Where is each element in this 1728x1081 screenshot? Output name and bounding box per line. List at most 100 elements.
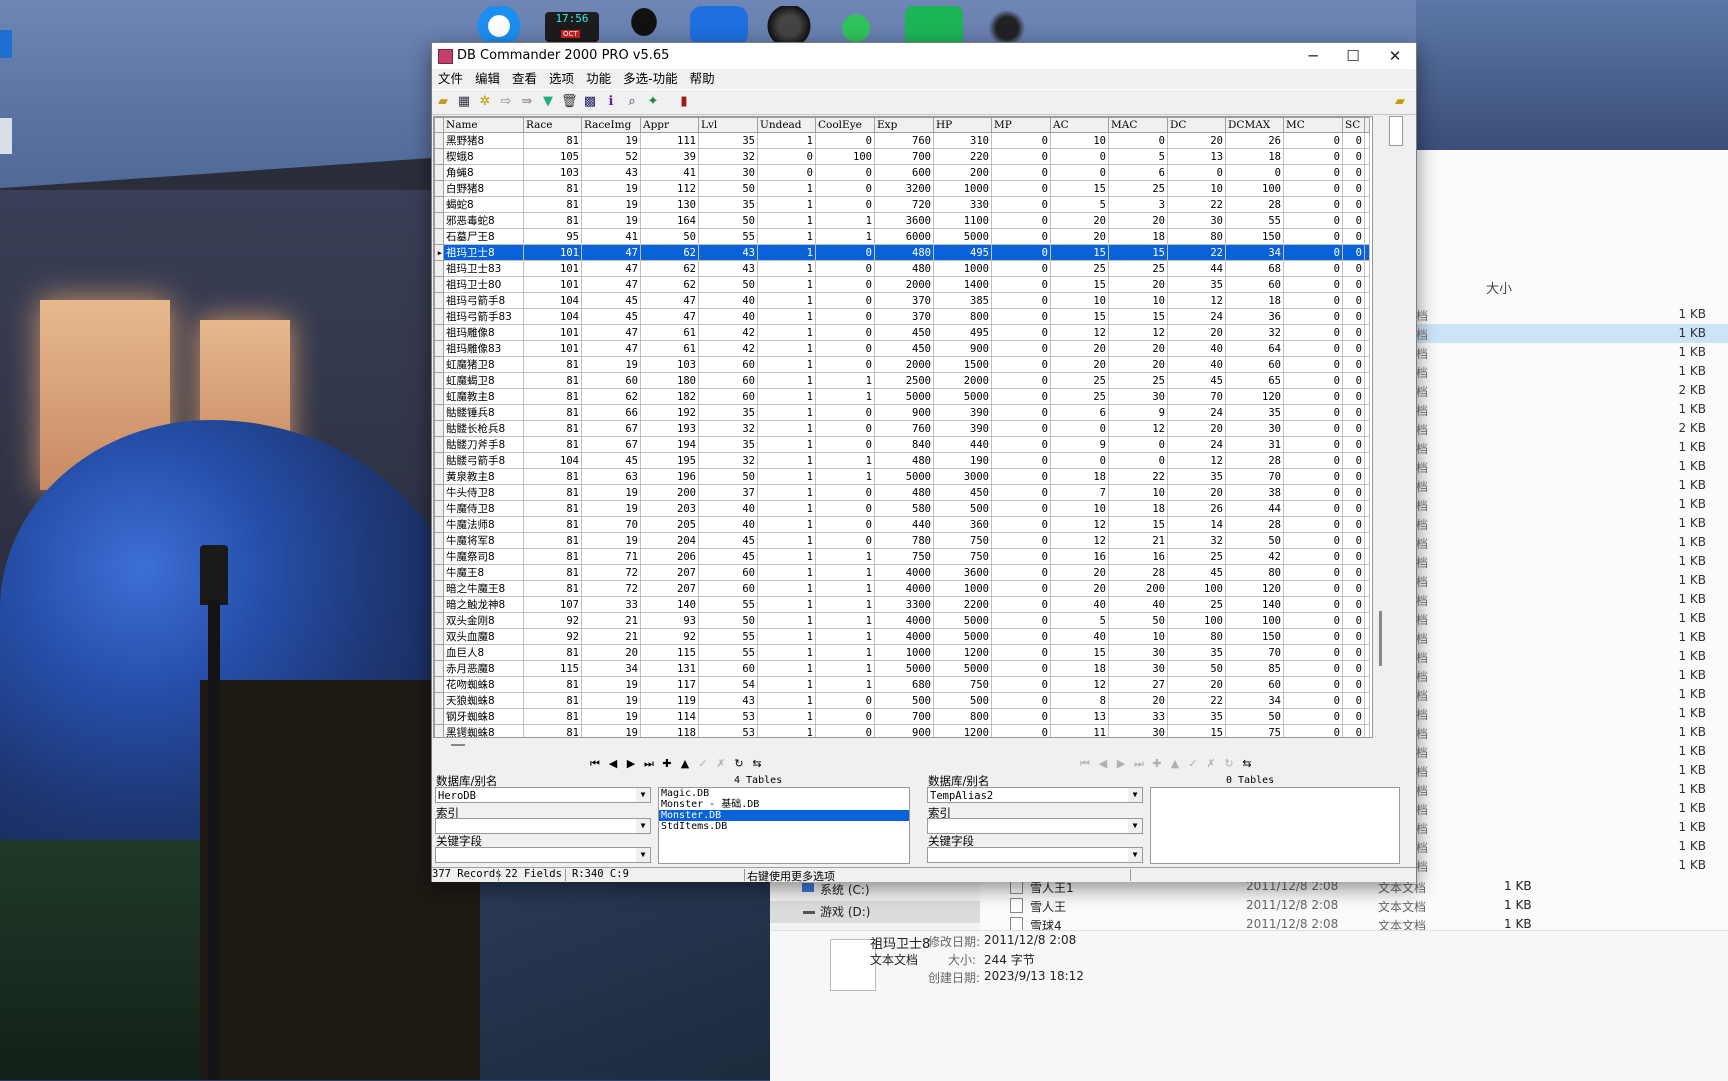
table-row[interactable]: 祖玛卫士83 101 47 62 43 1 0 480 1000 0 25 25 44 68 0 0	[434, 260, 1370, 277]
table-cell[interactable]: 40	[1050, 596, 1109, 613]
table-cell[interactable]: 3000	[933, 468, 992, 485]
table-cell[interactable]: 28	[1225, 452, 1284, 469]
table-cell[interactable]: 0	[1342, 196, 1365, 213]
table-cell[interactable]: 0	[815, 324, 875, 341]
camera-app-icon[interactable]	[690, 6, 748, 46]
row-indicator[interactable]	[434, 436, 444, 453]
column-header[interactable]: SC	[1342, 117, 1365, 133]
table-row[interactable]: 牛头侍卫8 81 19 200 37 1 0 480 450 0 7 10 20 38 0 0	[434, 484, 1370, 501]
table-cell[interactable]: 44	[1225, 500, 1284, 517]
table-cell[interactable]: 0	[1283, 532, 1343, 549]
table-cell[interactable]: 44	[1167, 260, 1226, 277]
row-indicator[interactable]	[434, 148, 444, 165]
table-cell[interactable]: 500	[874, 692, 934, 709]
table-cell[interactable]: 2000	[874, 276, 934, 293]
table-cell[interactable]: 81	[523, 532, 582, 549]
table-row[interactable]: 天狼蜘蛛8 81 19 119 43 1 0 500 500 0 8 20 22 34 0 0	[434, 692, 1370, 709]
post-edit-button[interactable]: ✓	[1185, 755, 1201, 773]
file-list-row[interactable]: 档 1 KB	[1416, 723, 1728, 742]
table-cell[interactable]: 580	[874, 500, 934, 517]
table-cell[interactable]: 200	[933, 164, 992, 181]
table-cell[interactable]: 3600	[874, 212, 934, 229]
table-cell[interactable]: 0	[815, 132, 875, 149]
row-indicator[interactable]	[434, 324, 444, 341]
table-cell[interactable]: 500	[933, 692, 992, 709]
table-cell[interactable]: 4000	[874, 612, 934, 629]
table-cell[interactable]: 32	[1167, 532, 1226, 549]
table-cell[interactable]: 390	[933, 420, 992, 437]
table-cell[interactable]: 5	[1108, 148, 1168, 165]
table-row[interactable]: 牛魔侍卫8 81 19 203 40 1 0 580 500 0 10 18 26 44 0 0	[434, 500, 1370, 517]
table-cell[interactable]: 62	[640, 260, 699, 277]
table-cell[interactable]: 0	[1342, 292, 1365, 309]
table-cell[interactable]: 1	[757, 468, 816, 485]
table-cell[interactable]: 0	[991, 708, 1051, 725]
table-cell[interactable]: 0	[1283, 180, 1343, 197]
table-cell[interactable]: 0	[1283, 388, 1343, 405]
table-cell[interactable]: 68	[1225, 260, 1284, 277]
table-cell[interactable]: 81	[523, 436, 582, 453]
table-cell[interactable]: 虹魔猪卫8	[443, 356, 524, 373]
table-cell[interactable]: 黑野猪8	[443, 132, 524, 149]
table-cell[interactable]: 1	[757, 692, 816, 709]
table-cell[interactable]: 0	[1283, 484, 1343, 501]
table-cell[interactable]: 0	[815, 180, 875, 197]
table-cell[interactable]: 370	[874, 292, 934, 309]
table-cell[interactable]: 750	[874, 548, 934, 565]
row-indicator[interactable]	[434, 212, 444, 229]
table-cell[interactable]: 71	[581, 548, 641, 565]
refresh-button[interactable]: ↻	[1221, 755, 1237, 773]
table-cell[interactable]: 21	[581, 612, 641, 629]
table-cell[interactable]: 0	[1342, 148, 1365, 165]
row-indicator[interactable]	[434, 260, 444, 277]
table-cell[interactable]: 0	[815, 532, 875, 549]
table-cell[interactable]: 0	[991, 628, 1051, 645]
table-list-item[interactable]: Magic.DB	[659, 788, 909, 799]
table-cell[interactable]: 55	[698, 596, 758, 613]
right-db-select[interactable]: TempAlias2 ▼	[927, 787, 1143, 803]
table-cell[interactable]: 118	[640, 724, 699, 737]
table-cell[interactable]: 55	[698, 644, 758, 661]
table-cell[interactable]: 0	[815, 196, 875, 213]
table-cell[interactable]: 0	[815, 244, 875, 261]
table-cell[interactable]: 81	[523, 564, 582, 581]
table-cell[interactable]: 750	[933, 532, 992, 549]
table-cell[interactable]: 0	[1108, 436, 1168, 453]
file-list-row[interactable]: 档 1 KB	[1416, 533, 1728, 552]
table-cell[interactable]: 0	[991, 612, 1051, 629]
table-cell[interactable]: 34	[1225, 244, 1284, 261]
delete-icon[interactable]: 🗑	[561, 94, 578, 110]
table-cell[interactable]: 0	[815, 708, 875, 725]
column-header[interactable]: MC	[1283, 117, 1343, 133]
table-cell[interactable]: 900	[933, 340, 992, 357]
file-list-row[interactable]: 档 1 KB	[1416, 799, 1728, 818]
file-list-row[interactable]: 档 1 KB	[1416, 514, 1728, 533]
table-cell[interactable]: 101	[523, 276, 582, 293]
file-list-row[interactable]: 档 1 KB	[1416, 818, 1728, 837]
table-cell[interactable]: 47	[581, 244, 641, 261]
table-row[interactable]: 暗之牛魔王8 81 72 207 60 1 1 4000 1000 0 20 200 100 120 0 0	[434, 580, 1370, 597]
table-cell[interactable]: 1	[757, 212, 816, 229]
table-cell[interactable]: 0	[991, 132, 1051, 149]
table-row[interactable]: 黑锷蜘蛛8 81 19 118 53 1 0 900 1200 0 11 30 15 75 0 0	[434, 724, 1370, 737]
table-cell[interactable]: 牛头侍卫8	[443, 484, 524, 501]
table-cell[interactable]: 7	[1050, 484, 1109, 501]
file-list-row[interactable]: 档 1 KB	[1416, 571, 1728, 590]
table-cell[interactable]: 21	[1108, 532, 1168, 549]
table-cell[interactable]: 190	[933, 452, 992, 469]
table-cell[interactable]: 0	[991, 500, 1051, 517]
table-cell[interactable]: 0	[1342, 484, 1365, 501]
table-cell[interactable]: 45	[581, 292, 641, 309]
table-cell[interactable]: 0	[991, 212, 1051, 229]
row-indicator[interactable]	[434, 132, 444, 149]
table-cell[interactable]: 骷髅弓箭手8	[443, 452, 524, 469]
table-cell[interactable]: 0	[1342, 628, 1365, 645]
column-header[interactable]: Name	[443, 117, 524, 133]
row-indicator[interactable]	[434, 372, 444, 389]
table-cell[interactable]: 19	[581, 132, 641, 149]
row-indicator[interactable]	[434, 516, 444, 533]
table-cell[interactable]: 330	[933, 196, 992, 213]
table-cell[interactable]: 10	[1167, 180, 1226, 197]
table-cell[interactable]: 194	[640, 436, 699, 453]
table-cell[interactable]: 0	[1283, 564, 1343, 581]
